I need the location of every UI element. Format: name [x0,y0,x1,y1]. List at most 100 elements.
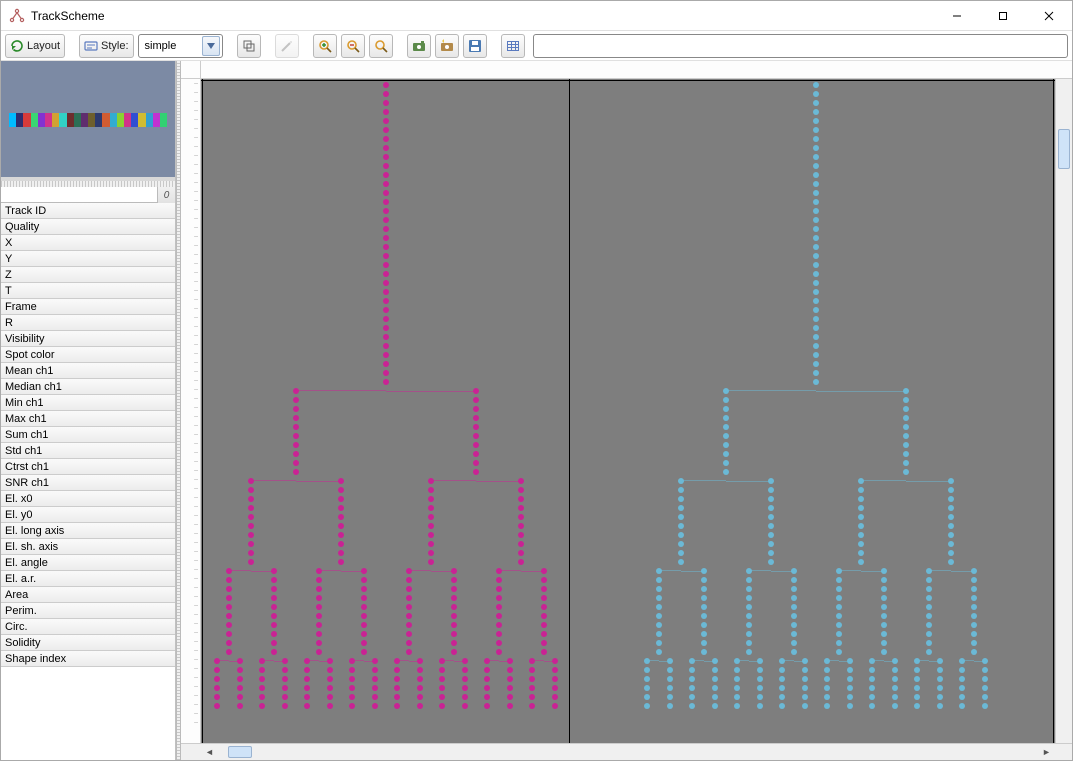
spot[interactable] [903,442,909,448]
spot[interactable] [689,658,695,664]
spot[interactable] [656,577,662,583]
spot[interactable] [779,685,785,691]
spot[interactable] [892,703,898,709]
spot[interactable] [644,703,650,709]
spot[interactable] [383,289,389,295]
spot[interactable] [293,388,299,394]
spot[interactable] [892,667,898,673]
spot[interactable] [349,685,355,691]
spot[interactable] [813,316,819,322]
spot[interactable] [383,100,389,106]
spot[interactable] [903,388,909,394]
spot[interactable] [656,622,662,628]
spot[interactable] [802,685,808,691]
spot[interactable] [926,604,932,610]
spot[interactable] [248,523,254,529]
spot[interactable] [361,613,367,619]
spot[interactable] [473,460,479,466]
spot[interactable] [678,496,684,502]
spot[interactable] [484,667,490,673]
spot[interactable] [858,478,864,484]
spot[interactable] [451,613,457,619]
spot[interactable] [428,532,434,538]
spot[interactable] [293,424,299,430]
spot[interactable] [473,451,479,457]
spot[interactable] [496,568,502,574]
spot[interactable] [667,667,673,673]
spot[interactable] [948,487,954,493]
spot[interactable] [836,568,842,574]
spot[interactable] [937,667,943,673]
spot[interactable] [881,613,887,619]
spot[interactable] [791,640,797,646]
spot[interactable] [813,298,819,304]
spot[interactable] [237,676,243,682]
spot[interactable] [881,577,887,583]
spot[interactable] [656,586,662,592]
spot[interactable] [937,658,943,664]
spot[interactable] [304,658,310,664]
spot[interactable] [982,694,988,700]
spot[interactable] [869,676,875,682]
spot[interactable] [712,658,718,664]
spot[interactable] [813,361,819,367]
spot[interactable] [214,658,220,664]
spot[interactable] [644,667,650,673]
spot[interactable] [656,595,662,601]
spot[interactable] [428,550,434,556]
spot[interactable] [903,469,909,475]
spot[interactable] [959,685,965,691]
spot[interactable] [757,703,763,709]
spot[interactable] [237,658,243,664]
spot[interactable] [971,604,977,610]
spot[interactable] [406,595,412,601]
feature-row[interactable]: El. x0 [1,491,175,507]
spot[interactable] [779,667,785,673]
spot[interactable] [237,694,243,700]
spot[interactable] [372,676,378,682]
spot[interactable] [518,478,524,484]
spot[interactable] [824,676,830,682]
spot[interactable] [656,649,662,655]
feature-row[interactable]: X [1,235,175,251]
spot[interactable] [959,667,965,673]
spot[interactable] [417,694,423,700]
spot[interactable] [836,604,842,610]
spot[interactable] [948,559,954,565]
spot[interactable] [678,541,684,547]
spot[interactable] [383,334,389,340]
spot[interactable] [847,658,853,664]
spot[interactable] [768,523,774,529]
spot[interactable] [757,667,763,673]
style-select[interactable]: simple [138,34,224,58]
spot[interactable] [394,703,400,709]
spot[interactable] [248,505,254,511]
spot[interactable] [541,604,547,610]
spot[interactable] [428,559,434,565]
spot[interactable] [802,703,808,709]
spot[interactable] [802,667,808,673]
maximize-button[interactable] [980,1,1026,31]
spot[interactable] [948,496,954,502]
spot[interactable] [948,550,954,556]
spot[interactable] [881,586,887,592]
spot[interactable] [214,685,220,691]
save-image-button[interactable] [463,34,487,58]
spot[interactable] [813,262,819,268]
spot[interactable] [701,568,707,574]
close-button[interactable] [1026,1,1072,31]
spot[interactable] [473,469,479,475]
spot[interactable] [644,694,650,700]
spot[interactable] [372,658,378,664]
spot[interactable] [496,649,502,655]
horizontal-scrollbar[interactable]: ◄ ► [181,743,1072,760]
spot[interactable] [383,379,389,385]
spot[interactable] [757,685,763,691]
spot[interactable] [734,667,740,673]
spot[interactable] [439,676,445,682]
spot[interactable] [836,613,842,619]
spot[interactable] [892,685,898,691]
spot[interactable] [847,667,853,673]
spot[interactable] [746,577,752,583]
spot[interactable] [473,415,479,421]
